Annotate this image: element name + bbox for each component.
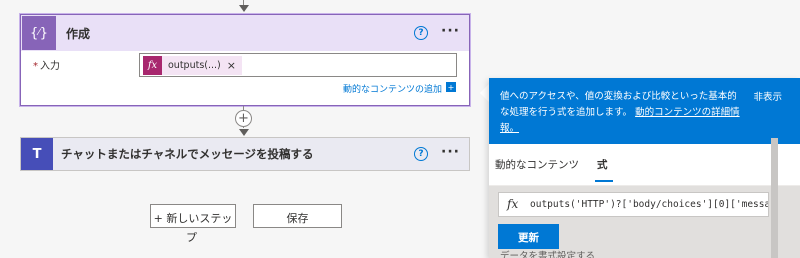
tab-expression[interactable]: 式: [597, 157, 608, 172]
insert-step-plus-icon[interactable]: +: [235, 110, 252, 127]
expression-input[interactable]: fx outputs('HTTP')?['body/choices'][0]['…: [498, 192, 769, 217]
panel-tabs: 動的なコンテンツ 式: [489, 144, 800, 186]
compose-card-title: 作成: [66, 26, 91, 41]
help-icon[interactable]: ?: [414, 26, 428, 40]
update-button[interactable]: 更新: [498, 224, 559, 249]
compose-card-header[interactable]: {⁄} 作成 ? ···: [21, 15, 469, 51]
expression-value[interactable]: outputs('HTTP')?['body/choices'][0]['mes…: [530, 199, 768, 210]
panel-info-banner: 値へのアクセスや、値の変換および比較といった基本的な処理を行う式を追加します。 …: [489, 78, 800, 144]
add-dynamic-content-icon[interactable]: +: [446, 82, 456, 92]
new-step-button[interactable]: + 新しいステッ: [150, 204, 236, 228]
expression-fx-icon: fx: [143, 56, 162, 75]
teams-card-title: チャットまたはチャネルでメッセージを投稿する: [61, 147, 314, 161]
teams-logo-icon: T: [21, 138, 53, 170]
fx-icon: fx: [507, 197, 519, 211]
panel-pointer: [480, 84, 489, 102]
teams-card-header[interactable]: T チャットまたはチャネルでメッセージを投稿する ? ···: [21, 138, 469, 170]
teams-action-card[interactable]: T チャットまたはチャネルでメッセージを投稿する ? ···: [20, 137, 470, 171]
remove-token-icon[interactable]: ×: [227, 59, 236, 72]
more-options-icon[interactable]: ···: [441, 23, 460, 39]
active-tab-indicator: [595, 180, 613, 182]
input-label-text: 入力: [40, 61, 60, 72]
add-dynamic-content-link[interactable]: 動的なコンテンツの追加: [343, 82, 442, 95]
panel-info-text: 値へのアクセスや、値の変換および比較といった基本的な処理を行う式を追加します。 …: [500, 89, 740, 137]
compose-braces-icon: {⁄}: [22, 16, 56, 50]
tab-dynamic-content[interactable]: 動的なコンテンツ: [495, 157, 579, 172]
more-options-icon[interactable]: ···: [441, 144, 460, 160]
compose-action-card[interactable]: {⁄} 作成 ? ··· * 入力 fx outputs(...) × 動的なコン…: [20, 14, 470, 106]
compose-input-field[interactable]: fx outputs(...) ×: [139, 53, 457, 77]
expression-token[interactable]: fx outputs(...) ×: [143, 56, 242, 75]
format-data-label[interactable]: データを書式設定する: [500, 248, 595, 258]
panel-scrollbar[interactable]: [771, 138, 778, 258]
middle-arrow-icon: [239, 129, 249, 136]
input-field-label: * 入力: [33, 57, 60, 72]
required-marker: *: [33, 61, 38, 72]
token-label: outputs(...): [168, 60, 221, 71]
help-icon[interactable]: ?: [414, 147, 428, 161]
hide-panel-link[interactable]: 非表示: [753, 89, 782, 103]
new-step-button-wrap-text[interactable]: プ: [186, 229, 197, 245]
save-button[interactable]: 保存: [253, 204, 342, 228]
top-arrow-icon: [239, 5, 249, 12]
dynamic-content-panel: 値へのアクセスや、値の変換および比較といった基本的な処理を行う式を追加します。 …: [489, 78, 800, 258]
